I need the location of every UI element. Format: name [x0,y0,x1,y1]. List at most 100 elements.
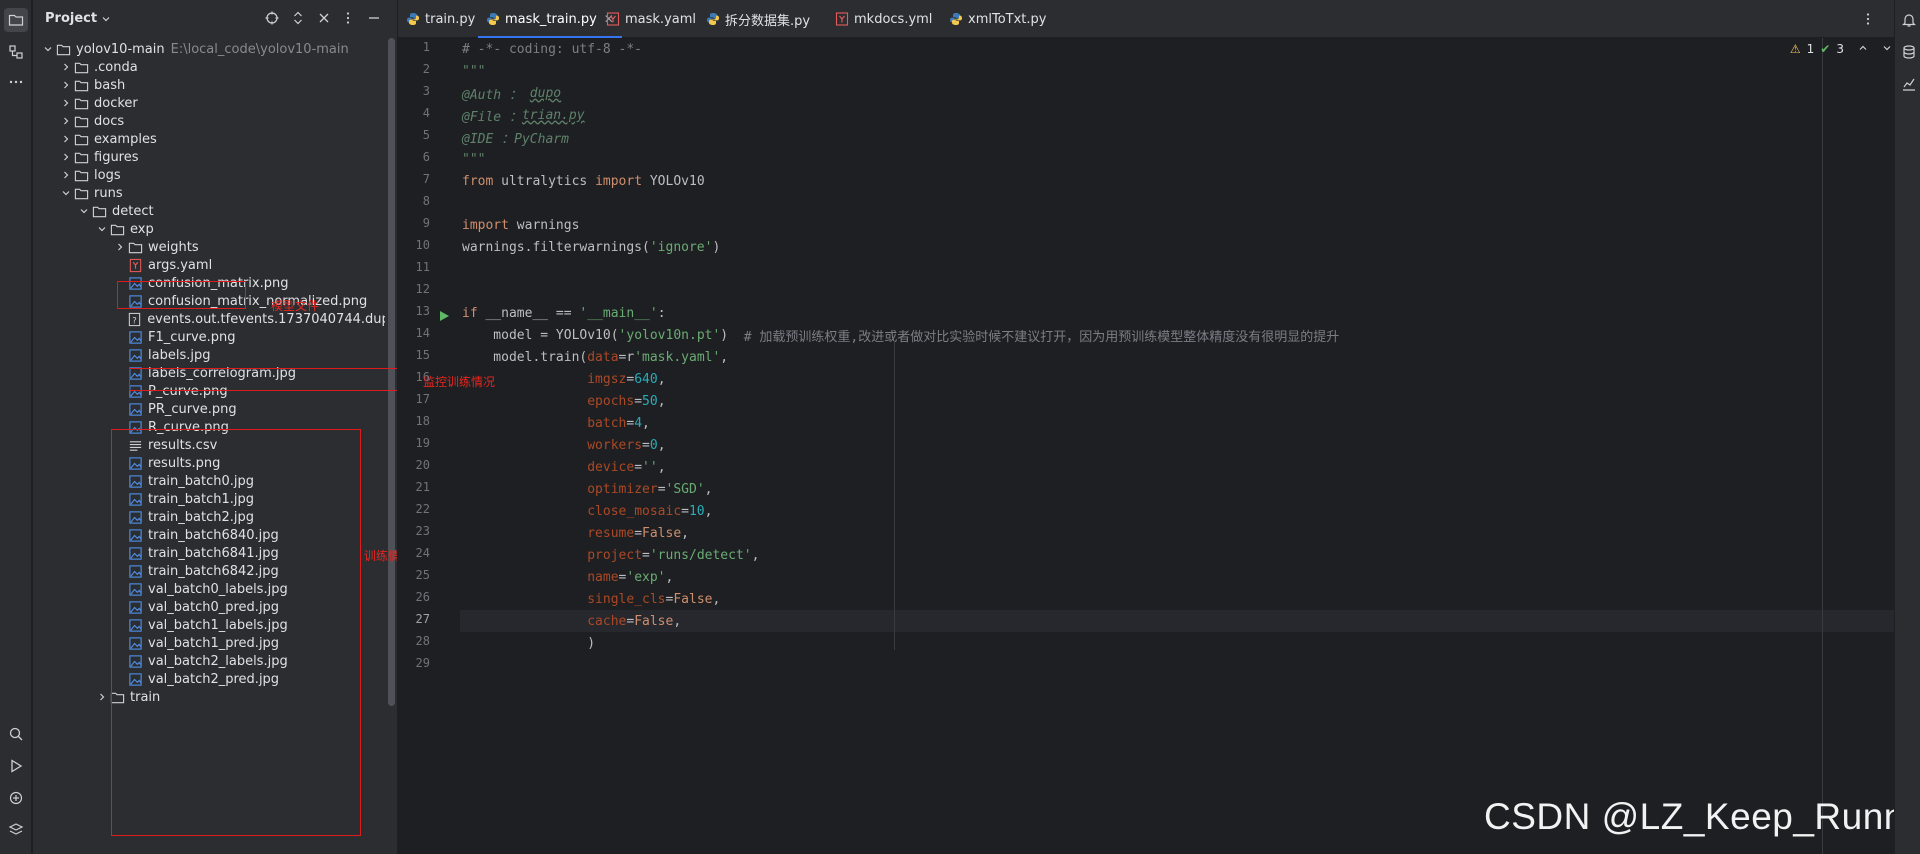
code-line[interactable]: if __name__ == '__main__': [460,302,1920,324]
python-packages-icon [9,791,23,805]
database-tool-button[interactable] [1897,40,1920,64]
code-line[interactable]: import warnings [460,214,1920,236]
chevron-right-icon[interactable] [59,114,73,128]
warning-count: 1 [1806,42,1815,56]
code-token: """ [462,63,486,79]
code-token: @IDE ：PyCharm [462,131,569,147]
code-token: name [587,569,619,585]
chevron-right-icon[interactable] [113,240,127,254]
expand-all-button[interactable] [290,10,306,26]
code-line[interactable]: name ='exp', [460,566,1920,588]
project-tool-button[interactable] [4,8,28,32]
code-token: import [462,217,517,233]
chevron-right-icon[interactable] [59,168,73,182]
code-token: workers [587,437,643,453]
code-token: warnings [516,217,580,233]
chevron-down-icon[interactable] [1882,42,1892,56]
events-annotation: 监控训练情况 [423,375,496,389]
minimize-icon [369,17,379,19]
chevron-right-icon[interactable] [59,78,73,92]
editor-area: train.py mask_train.py ✕ mask.yaml 拆分数据集.py m… [398,0,1920,854]
chevron-down-icon[interactable] [59,186,73,200]
tabs-menu-button[interactable] [1860,10,1876,28]
chevron-right-icon[interactable] [95,690,109,704]
code-line[interactable] [460,258,1920,280]
code-line[interactable]: model.train(data =r'mask.yaml', [460,346,1920,368]
chevron-down-icon[interactable] [77,204,91,218]
chevron-up-icon[interactable] [1858,42,1868,56]
code-line[interactable]: from ultralytics import YOLOv10 [460,170,1920,192]
tab-train-py[interactable]: train.py [398,0,483,38]
python-packages-tool-button[interactable] [4,786,28,810]
layers-tool-button[interactable] [4,818,28,842]
tab-label: xmlToTxt.py [968,11,1047,27]
code-line[interactable]: optimizer = 'SGD', [460,478,1920,500]
panel-options-button[interactable] [340,10,356,26]
notifications-tool-button[interactable] [1897,8,1920,32]
tab-mkdocs-yml[interactable]: mkdocs.yml [827,0,940,38]
inspection-widget[interactable]: ⚠ 1 ✔ 3 [1790,42,1892,56]
run-gutter-icon[interactable] [438,307,450,321]
more-tools-button[interactable] [4,70,28,94]
code-token: single_cls [587,591,666,607]
code-line[interactable]: project ='runs/detect', [460,544,1920,566]
tree-item-label: exp [130,221,154,237]
crosshair-icon [265,11,279,25]
code-line[interactable]: @Auth ： dupo [460,82,1920,104]
hide-panel-button[interactable] [366,10,382,26]
code-token: dupo [529,85,562,101]
code-line[interactable]: model = YOLOv10('yolov10n.pt') # 加载预训练权重… [460,324,1920,346]
code-line[interactable] [460,192,1920,214]
sciview-tool-button[interactable] [1897,72,1920,96]
line-number: 3 [422,84,430,98]
project-view-selector[interactable]: Project [45,11,111,26]
code-line[interactable]: # -*- coding: utf-8 -*- [460,38,1920,60]
tab-xmltotxt-py[interactable]: xmlToTxt.py [941,0,1054,38]
python-icon [406,12,420,26]
code-line[interactable]: workers = 0, [460,434,1920,456]
chevron-down-icon[interactable] [95,222,109,236]
tree-item-label: docker [94,95,138,111]
code-line[interactable]: cache = False, [460,610,1920,632]
code-line[interactable]: batch = 4, [460,412,1920,434]
code-line[interactable]: close_mosaic = 10, [460,500,1920,522]
code-line[interactable]: imgsz = 640, [460,368,1920,390]
code-line[interactable] [460,280,1920,302]
code-line[interactable]: device = '', [460,456,1920,478]
code-line[interactable]: ) [460,632,1920,654]
collapse-all-button[interactable] [316,10,332,26]
folder-icon [73,77,89,93]
line-number: 8 [422,194,430,208]
run-tool-button[interactable] [4,754,28,778]
chevron-down-icon[interactable] [41,42,55,56]
chevron-right-icon[interactable] [59,96,73,110]
code-line[interactable]: """ [460,148,1920,170]
code-token: project [587,547,643,563]
code-content[interactable]: # -*- coding: utf-8 -*- """ @Auth ： dupo @F… [460,38,1920,854]
tree-item-label: F1_curve.png [148,329,236,345]
chevron-right-icon[interactable] [59,60,73,74]
code-token: , [720,349,729,365]
code-line[interactable]: single_cls = False, [460,588,1920,610]
chevron-right-icon[interactable] [59,150,73,164]
code-token: = [618,569,627,585]
code-line[interactable]: @IDE ：PyCharm [460,126,1920,148]
search-tool-button[interactable] [4,722,28,746]
code-line[interactable]: epochs = 50, [460,390,1920,412]
code-line[interactable]: warnings.filterwarnings('ignore') [460,236,1920,258]
structure-tool-button[interactable] [4,40,28,64]
code-token: , [704,481,713,497]
code-line[interactable] [460,654,1920,676]
code-token: ultralytics [501,173,596,189]
chevron-right-icon[interactable] [59,132,73,146]
code-token: 0 [649,437,658,453]
code-line[interactable]: resume = False, [460,522,1920,544]
tab-py[interactable]: 拆分数据集.py [698,0,818,38]
folder-icon [73,113,89,129]
code-line[interactable]: """ [460,60,1920,82]
code-line[interactable]: @File ： trian.py [460,104,1920,126]
tab-mask-yaml[interactable]: mask.yaml [598,0,704,38]
locate-file-button[interactable] [264,10,280,26]
